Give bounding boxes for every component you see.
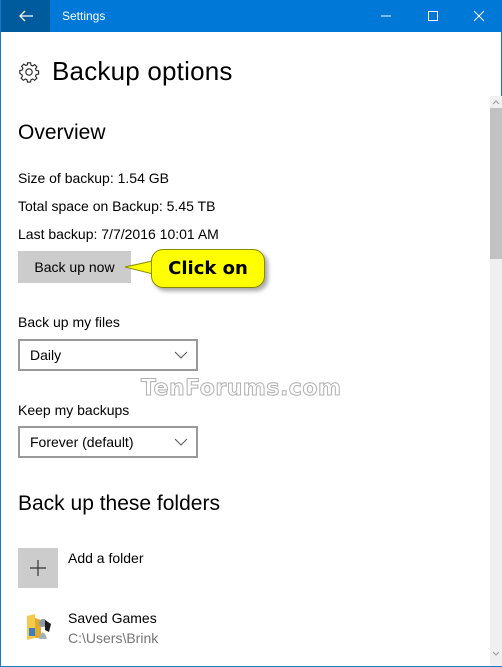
add-folder-label[interactable]: Add a folder — [68, 550, 144, 566]
keep-backups-label: Keep my backups — [18, 402, 130, 418]
back-up-files-value: Daily — [30, 347, 62, 363]
settings-window: Settings Backup options Overview Size of… — [0, 0, 502, 667]
watermark: TenForums.com — [140, 376, 342, 402]
page-title: Backup options — [52, 56, 233, 86]
folder-path: C:\Users\Brink — [68, 630, 159, 646]
back-button[interactable] — [1, 0, 50, 32]
close-icon — [473, 10, 485, 22]
gear-icon — [19, 61, 40, 83]
overview-heading: Overview — [18, 121, 106, 144]
click-on-callout: Click on — [151, 249, 265, 288]
maximize-button[interactable] — [410, 0, 456, 32]
minimize-button[interactable] — [363, 0, 409, 32]
saved-games-folder-icon — [27, 614, 51, 640]
maximize-icon — [428, 11, 438, 21]
scroll-down-button[interactable] — [490, 648, 502, 660]
back-up-files-dropdown[interactable]: Daily — [18, 339, 198, 371]
vertical-scrollbar[interactable] — [490, 96, 502, 666]
page-header: Backup options — [18, 56, 233, 87]
back-up-files-label: Back up my files — [18, 314, 120, 330]
add-folder-button[interactable] — [18, 548, 58, 588]
close-button[interactable] — [456, 0, 502, 32]
minimize-icon — [381, 15, 391, 17]
total-space: Total space on Backup: 5.45 TB — [18, 198, 216, 214]
keep-backups-dropdown[interactable]: Forever (default) — [18, 426, 198, 458]
chevron-down-icon — [174, 438, 188, 446]
plus-icon — [30, 560, 46, 576]
chevron-up-icon — [492, 100, 500, 105]
size-of-backup: Size of backup: 1.54 GB — [18, 170, 169, 186]
chevron-down-icon — [492, 651, 500, 656]
back-up-now-button[interactable]: Back up now — [18, 251, 131, 283]
arrow-left-icon — [18, 10, 33, 22]
chevron-down-icon — [174, 351, 188, 359]
window-title: Settings — [62, 9, 106, 23]
scroll-thumb[interactable] — [490, 108, 502, 259]
folders-heading: Back up these folders — [18, 492, 220, 515]
keep-backups-value: Forever (default) — [30, 434, 134, 450]
scroll-up-button[interactable] — [490, 96, 502, 108]
title-bar: Settings — [1, 0, 502, 32]
last-backup: Last backup: 7/7/2016 10:01 AM — [18, 226, 219, 242]
folder-name[interactable]: Saved Games — [68, 610, 157, 626]
